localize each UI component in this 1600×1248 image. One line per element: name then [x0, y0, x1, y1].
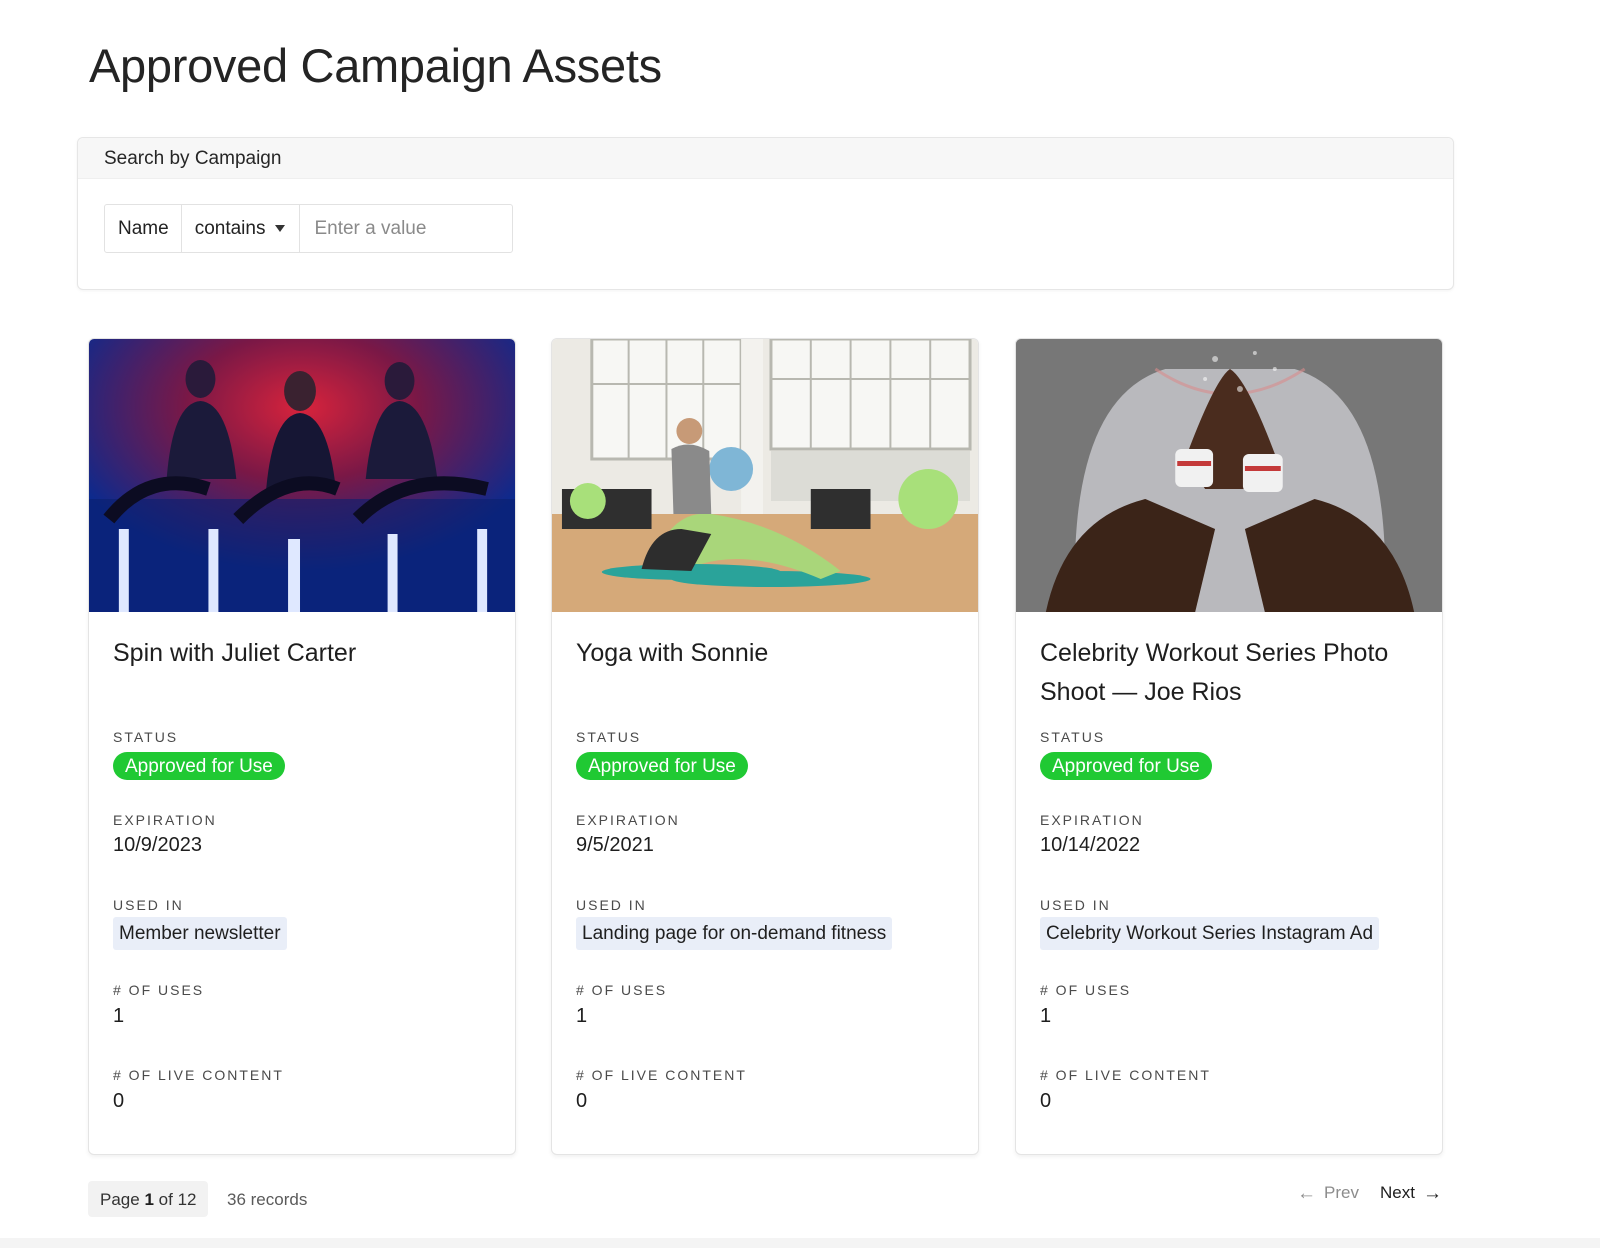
- page-title: Approved Campaign Assets: [89, 39, 662, 92]
- used-in-label: USED IN: [576, 897, 647, 913]
- card-title[interactable]: Yoga with Sonnie: [576, 634, 954, 673]
- filter-field-name[interactable]: Name: [105, 205, 182, 252]
- prev-button[interactable]: ← Prev: [1297, 1183, 1359, 1203]
- filter-operator-select[interactable]: contains: [182, 205, 301, 252]
- expiration-label: EXPIRATION: [113, 812, 217, 828]
- live-content-label: # OF LIVE CONTENT: [576, 1067, 747, 1083]
- live-content-value: 0: [576, 1090, 588, 1112]
- caret-down-icon: [275, 225, 286, 232]
- card-title[interactable]: Celebrity Workout Series Photo Shoot — J…: [1040, 634, 1418, 712]
- expiration-label: EXPIRATION: [576, 812, 680, 828]
- used-in-chip: Landing page for on-demand fitness: [576, 917, 893, 950]
- expiration-label: EXPIRATION: [1040, 812, 1144, 828]
- bottom-divider: [0, 1238, 1600, 1248]
- card-title[interactable]: Spin with Juliet Carter: [113, 634, 491, 673]
- live-content-label: # OF LIVE CONTENT: [113, 1067, 284, 1083]
- live-content-value: 0: [113, 1090, 125, 1112]
- status-badge: Approved for Use: [113, 752, 285, 780]
- used-in-label: USED IN: [113, 897, 184, 913]
- arrow-left-icon: ←: [1297, 1182, 1316, 1204]
- next-button[interactable]: Next →: [1380, 1183, 1442, 1203]
- asset-card[interactable]: Spin with Juliet Carter STATUS Approved …: [88, 338, 516, 1155]
- yoga-class-photo: [552, 339, 978, 612]
- arrow-right-icon: →: [1422, 1182, 1442, 1204]
- filter-row: Name contains: [104, 204, 514, 253]
- uses-label: # OF USES: [1040, 982, 1132, 998]
- page-indicator: Page 1 of 12: [88, 1181, 209, 1217]
- status-badge: Approved for Use: [576, 752, 748, 780]
- uses-value: 1: [1040, 1005, 1052, 1027]
- prev-label: Prev: [1324, 1183, 1359, 1202]
- asset-card[interactable]: Celebrity Workout Series Photo Shoot — J…: [1015, 338, 1443, 1155]
- live-content-value: 0: [1040, 1090, 1052, 1112]
- expiration-value: 10/14/2022: [1040, 834, 1141, 856]
- filter-operator-label: contains: [194, 218, 266, 239]
- next-label: Next: [1380, 1183, 1415, 1202]
- status-badge: Approved for Use: [1040, 752, 1212, 780]
- filter-value-input[interactable]: [300, 205, 513, 252]
- status-label: STATUS: [113, 729, 179, 745]
- uses-value: 1: [576, 1005, 588, 1027]
- search-panel: Search by Campaign Name contains: [77, 137, 1454, 290]
- status-label: STATUS: [1040, 729, 1106, 745]
- total-pages: 12: [177, 1190, 197, 1209]
- page-label: Page: [100, 1190, 140, 1209]
- workout-photo: [1016, 339, 1442, 612]
- used-in-label: USED IN: [1040, 897, 1111, 913]
- spin-class-photo: [89, 339, 515, 612]
- of-label: of: [158, 1190, 173, 1209]
- expiration-value: 10/9/2023: [113, 834, 202, 856]
- uses-label: # OF USES: [113, 982, 205, 998]
- uses-label: # OF USES: [576, 982, 668, 998]
- record-count: 36 records: [227, 1190, 308, 1209]
- live-content-label: # OF LIVE CONTENT: [1040, 1067, 1211, 1083]
- expiration-value: 9/5/2021: [576, 834, 654, 856]
- asset-card[interactable]: Yoga with Sonnie STATUS Approved for Use…: [551, 338, 979, 1155]
- search-header: Search by Campaign: [78, 138, 1453, 179]
- current-page: 1: [144, 1190, 154, 1209]
- status-label: STATUS: [576, 729, 642, 745]
- used-in-chip: Celebrity Workout Series Instagram Ad: [1040, 917, 1380, 950]
- uses-value: 1: [113, 1005, 125, 1027]
- used-in-chip: Member newsletter: [113, 917, 287, 950]
